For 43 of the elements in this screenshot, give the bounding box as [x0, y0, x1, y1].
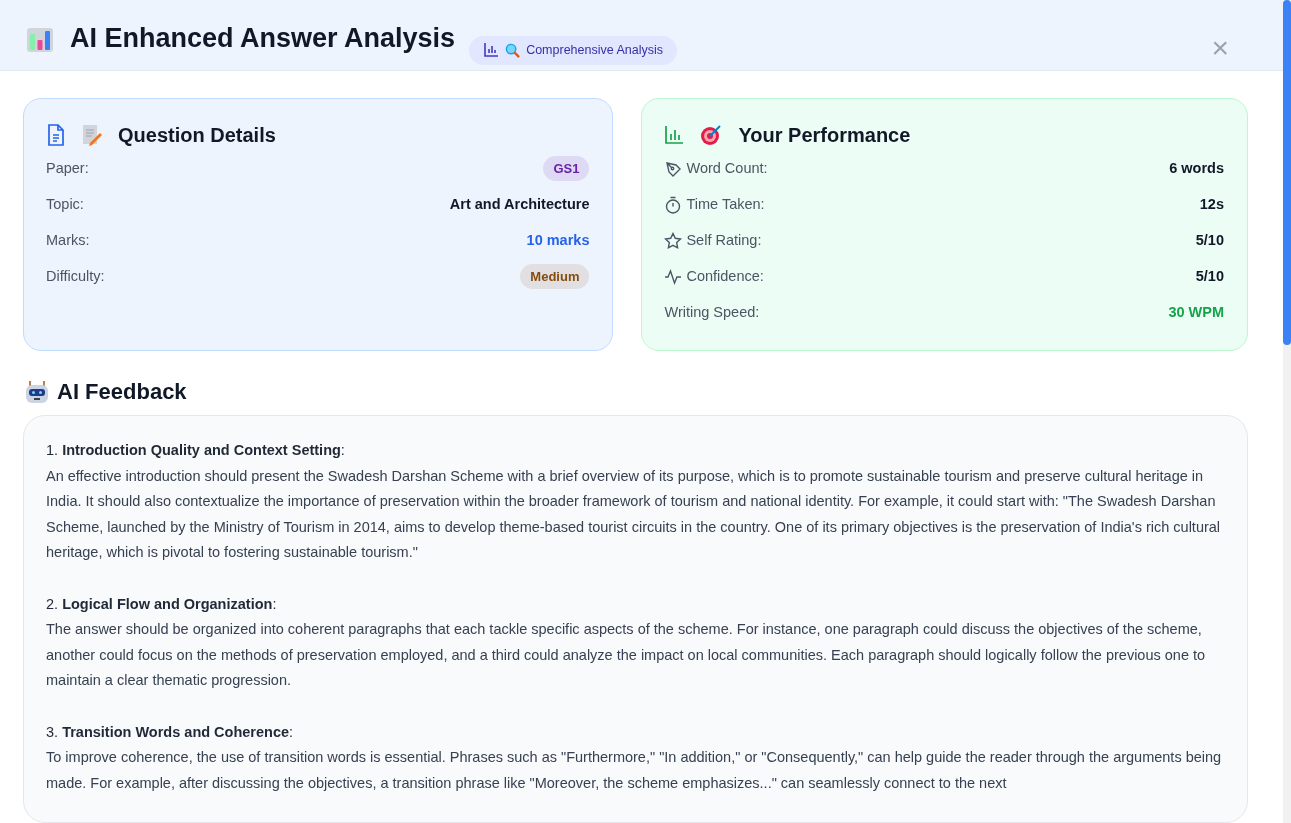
value-text: 30 WPM	[1168, 302, 1224, 322]
memo-pencil-icon	[82, 123, 102, 146]
value-text: 6 words	[1169, 158, 1224, 178]
target-icon	[700, 123, 723, 146]
field-label: Confidence:	[686, 266, 764, 286]
feedback-text: An effective introduction should present the Swadesh Darshan Scheme with a brief overview of its purpose, which is to promote sustainable tourism and preserve cultural heritage in India. It should also contextualize the importance of preservation within the broader framework of tourism and national identity. For example, it could start with: "The Swadesh Darshan Scheme, launched by the Ministry of Tourism in 2014, aims to develop theme-based tourist circuits in the country. One of its primary objectives is the preservation of India's rich cultural heritage, which is pivotal to fostering sustainable tourism."	[46, 466, 1222, 563]
value-badge: GS1	[543, 155, 590, 182]
stopwatch-icon	[664, 195, 683, 214]
pen-icon	[664, 159, 683, 178]
magnifier-icon	[505, 42, 521, 58]
dialog-title: AI Enhanced Answer Analysis	[70, 22, 456, 55]
field-label: Writing Speed:	[664, 302, 760, 322]
card-title: Your Performance	[738, 122, 911, 147]
field-label: Difficulty:	[46, 266, 105, 286]
field-label: Paper:	[46, 158, 89, 178]
bar-chart-icon	[664, 124, 685, 145]
value-text: 10 marks	[526, 230, 590, 250]
field-label: Self Rating:	[686, 230, 762, 250]
field-label: Word Count:	[686, 158, 768, 178]
badge-text: Comprehensive Analysis	[526, 42, 663, 59]
robot-icon	[25, 379, 49, 404]
document-icon	[46, 123, 66, 146]
field-label: Topic:	[46, 194, 84, 214]
value-text: Art and Architecture	[449, 194, 590, 214]
feedback-text: To improve coherence, the use of transition words is essential. Phrases such as "Furthermore," "In addition," or "Consequently," can help guide the reader through the arguments being made. For example, after discussing the objectives, a transition phrase like "Moreover, the scheme emphasizes..." can seamlessly connect to the next	[46, 748, 1223, 793]
feedback-heading: 1. Introduction Quality and Context Setting:	[46, 441, 346, 461]
value-text: 12s	[1199, 194, 1224, 214]
star-icon	[664, 231, 683, 250]
value-text: 5/10	[1195, 266, 1224, 286]
scrollbar[interactable]	[1283, 0, 1291, 823]
feedback-heading: 3. Transition Words and Coherence:	[46, 722, 295, 742]
field-label: Time Taken:	[686, 194, 765, 214]
value-text: 5/10	[1195, 230, 1224, 250]
feedback-text: The answer should be organized into coherent paragraphs that each tackle specific aspects of the scheme. For instance, one paragraph could discuss the objectives of the scheme, another could focus on the methods of preservation employed, and a third could analyze the impact on local communities. Each paragraph should logically follow the previous one to maintain a clear thematic progression.	[46, 620, 1207, 691]
section-title: AI Feedback	[57, 378, 187, 406]
value-badge: Medium	[520, 263, 590, 290]
card-title: Question Details	[118, 122, 276, 147]
bar-chart-icon	[26, 26, 54, 54]
field-label: Marks:	[46, 230, 90, 250]
close-button[interactable]: ×	[1205, 32, 1235, 64]
pulse-icon	[664, 267, 683, 286]
bar-chart-icon	[483, 42, 500, 59]
feedback-heading: 2. Logical Flow and Organization:	[46, 594, 278, 614]
